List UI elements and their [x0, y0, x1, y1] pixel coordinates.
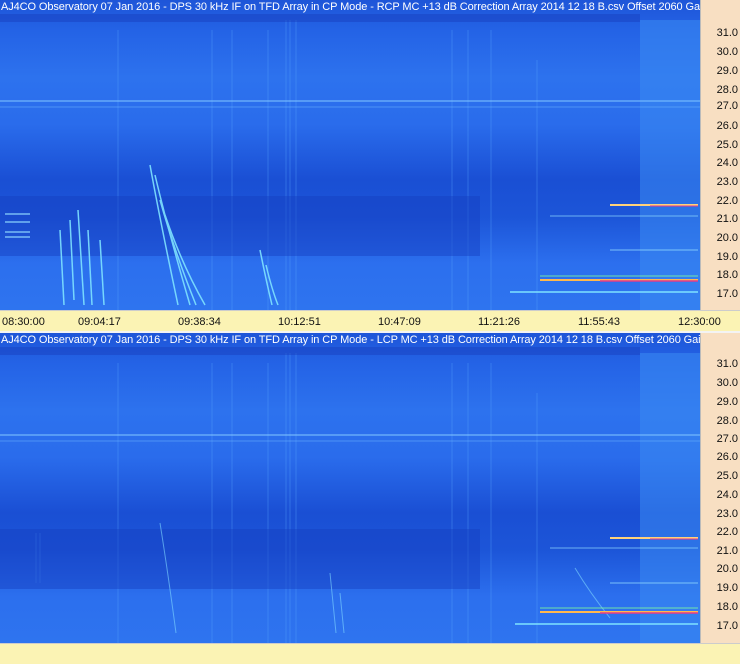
lcp-freq-label: 26.0: [716, 451, 738, 463]
spectrograph-window: AJ4CO Observatory 07 Jan 2016 - DPS 30 k…: [0, 0, 740, 664]
lcp-freq-label: 28.0: [716, 415, 738, 427]
rcp-freq-label: 26.0: [716, 120, 738, 132]
lcp-freq-label: 19.0: [716, 582, 738, 594]
lcp-title: AJ4CO Observatory 07 Jan 2016 - DPS 30 k…: [1, 334, 700, 346]
rcp-spectrogram: AJ4CO Observatory 07 Jan 2016 - DPS 30 k…: [0, 0, 700, 310]
time-label: 11:21:26: [478, 316, 521, 328]
rcp-freq-label: 21.0: [716, 213, 738, 225]
lcp-spectrogram: AJ4CO Observatory 07 Jan 2016 - DPS 30 k…: [0, 333, 700, 643]
time-axis: 08:30:00 09:04:17 09:38:34 10:12:51 10:4…: [0, 310, 740, 331]
rcp-title: AJ4CO Observatory 07 Jan 2016 - DPS 30 k…: [1, 1, 700, 13]
rcp-freq-label: 27.0: [716, 100, 738, 112]
time-label: 08:30:00: [2, 316, 45, 328]
time-label: 09:38:34: [178, 316, 221, 328]
rcp-freq-label: 20.0: [716, 232, 738, 244]
time-label: 10:12:51: [278, 316, 321, 328]
time-label: 11:55:43: [578, 316, 621, 328]
rcp-freq-label: 29.0: [716, 65, 738, 77]
lcp-freq-label: 30.0: [716, 377, 738, 389]
rcp-freq-label: 18.0: [716, 269, 738, 281]
lcp-freq-label: 24.0: [716, 489, 738, 501]
time-label: 09:04:17: [78, 316, 121, 328]
rcp-freq-label: 28.0: [716, 84, 738, 96]
time-label: 10:47:09: [378, 316, 421, 328]
lcp-freq-label: 18.0: [716, 601, 738, 613]
lcp-freq-label: 29.0: [716, 396, 738, 408]
rcp-freq-label: 30.0: [716, 46, 738, 58]
lcp-freq-label: 31.0: [716, 358, 738, 370]
lcp-panel: AJ4CO Observatory 07 Jan 2016 - DPS 30 k…: [0, 333, 740, 664]
rcp-freq-label: 22.0: [716, 195, 738, 207]
lcp-freq-label: 25.0: [716, 470, 738, 482]
rcp-panel: AJ4CO Observatory 07 Jan 2016 - DPS 30 k…: [0, 0, 740, 331]
lcp-freq-label: 17.0: [716, 620, 738, 632]
lcp-freq-label: 23.0: [716, 508, 738, 520]
lcp-freq-label: 22.0: [716, 526, 738, 538]
rcp-spectrogram-plot: [0, 14, 700, 310]
rcp-freq-label: 17.0: [716, 288, 738, 300]
lcp-freq-label: 27.0: [716, 433, 738, 445]
lcp-spectrogram-plot: [0, 347, 700, 643]
rcp-freq-label: 31.0: [716, 27, 738, 39]
rcp-freq-label: 23.0: [716, 176, 738, 188]
rcp-freq-label: 24.0: [716, 157, 738, 169]
rcp-freq-label: 25.0: [716, 139, 738, 151]
lcp-frequency-axis: 31.0 30.0 29.0 28.0 27.0 26.0 25.0 24.0 …: [700, 333, 740, 643]
lcp-freq-label: 20.0: [716, 563, 738, 575]
lcp-time-axis: [0, 643, 740, 664]
rcp-frequency-axis: 31.0 30.0 29.0 28.0 27.0 26.0 25.0 24.0 …: [700, 0, 740, 310]
time-label: 12:30:00: [678, 316, 721, 328]
rcp-freq-label: 19.0: [716, 251, 738, 263]
lcp-freq-label: 21.0: [716, 545, 738, 557]
